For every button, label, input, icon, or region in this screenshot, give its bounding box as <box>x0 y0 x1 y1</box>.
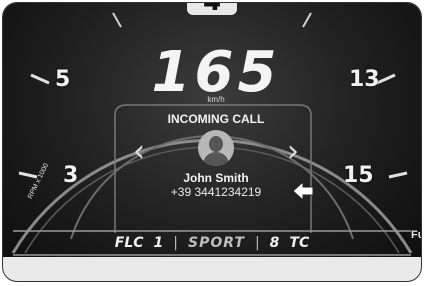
caller-number: +39 3441234219 <box>170 185 262 199</box>
gear-indicator: 4 <box>187 3 237 15</box>
person-icon <box>198 130 234 166</box>
avatar-head <box>209 136 223 152</box>
fuel-label: Fu <box>411 229 421 241</box>
speed-readout: 165 <box>151 40 281 105</box>
riding-mode: SPORT <box>187 235 245 251</box>
arrow-left-icon <box>292 181 314 201</box>
avatar-shoulders <box>203 152 229 166</box>
rpm-scale-label: 13 <box>349 67 380 92</box>
ride-mode-bar: FLC 1 | SPORT | 8 TC <box>3 231 421 255</box>
chevron-left-icon[interactable]: ‹ <box>131 137 147 167</box>
rpm-scale-label: 15 <box>343 163 374 188</box>
flc-label: FLC <box>114 235 144 251</box>
speed-unit: km/h <box>207 95 225 104</box>
separator: | <box>254 235 260 251</box>
caller-name: John Smith <box>183 171 249 185</box>
dashboard-display: 4 5 3 13 15 RPM x 1000 165 km/h INCOMING… <box>3 3 421 281</box>
tc-value: 8 <box>269 235 280 251</box>
rpm-scale-label: 5 <box>55 67 71 92</box>
flc-value: 1 <box>153 235 164 251</box>
chevron-right-icon[interactable]: › <box>285 137 301 167</box>
tc-label: TC <box>289 235 310 251</box>
separator: | <box>173 235 178 251</box>
rpm-scale-label: 3 <box>63 163 79 188</box>
incoming-call-title: INCOMING CALL <box>167 112 265 126</box>
